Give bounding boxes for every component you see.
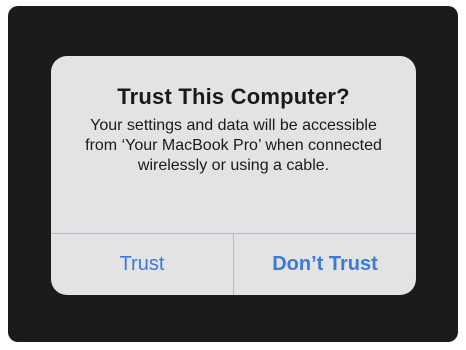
- dont-trust-button[interactable]: Don’t Trust: [234, 234, 416, 295]
- device-screen: Trust This Computer? Your settings and d…: [8, 6, 458, 342]
- trust-button[interactable]: Trust: [51, 234, 233, 295]
- trust-computer-alert: Trust This Computer? Your settings and d…: [51, 56, 416, 295]
- alert-actions: Trust Don’t Trust: [51, 234, 416, 295]
- alert-body: Trust This Computer? Your settings and d…: [51, 56, 416, 233]
- alert-title: Trust This Computer?: [117, 84, 350, 109]
- alert-message: Your settings and data will be accessibl…: [85, 117, 382, 174]
